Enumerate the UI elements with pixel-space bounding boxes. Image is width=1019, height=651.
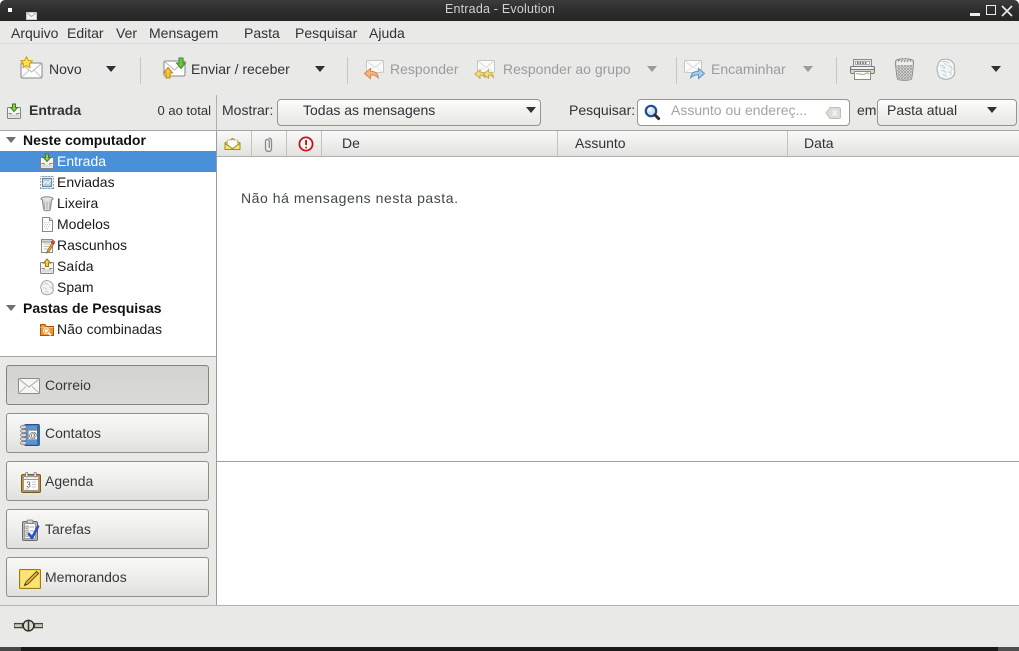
- svg-text:@: @: [29, 430, 38, 440]
- svg-text:3: 3: [26, 481, 31, 490]
